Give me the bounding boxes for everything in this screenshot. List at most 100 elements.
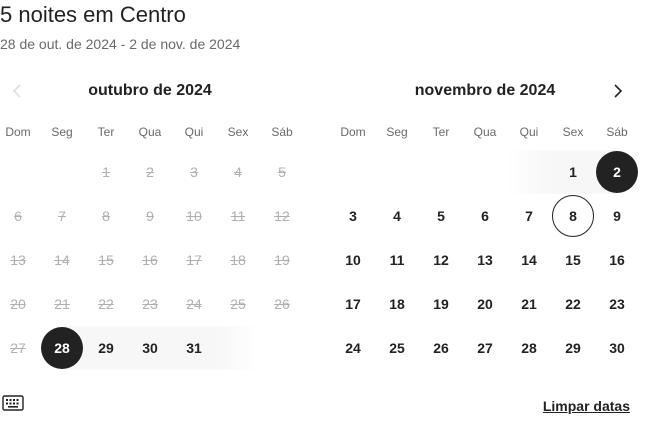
day-number: 21 xyxy=(54,296,70,312)
day-cell-2[interactable]: 2 xyxy=(595,150,639,194)
day-cell-14[interactable]: 14 xyxy=(507,238,551,282)
weekday-label: Sáb xyxy=(606,125,628,139)
day-number: 5 xyxy=(278,164,286,180)
day-number: 25 xyxy=(389,340,405,356)
day-cell-18: 18 xyxy=(216,238,260,282)
day-cell-18[interactable]: 18 xyxy=(375,282,419,326)
day-cell-16[interactable]: 16 xyxy=(595,238,639,282)
day-cell-28[interactable]: 28 xyxy=(40,326,84,370)
clear-dates-button[interactable]: Limpar datas xyxy=(543,398,630,414)
month-label: novembro de 2024 xyxy=(414,82,556,99)
day-number: 6 xyxy=(481,208,489,224)
day-cell-31[interactable]: 31 xyxy=(172,326,216,370)
day-number: 14 xyxy=(521,252,537,268)
day-number: 20 xyxy=(10,296,26,312)
day-number: 25 xyxy=(230,296,246,312)
weekday-label: Dom xyxy=(5,125,31,139)
day-cell-7[interactable]: 7 xyxy=(507,194,551,238)
day-cell-21: 21 xyxy=(40,282,84,326)
day-cell-11: 11 xyxy=(216,194,260,238)
day-cell-1[interactable]: 1 xyxy=(551,150,595,194)
day-cell-9[interactable]: 9 xyxy=(595,194,639,238)
weekday-row: Dom Seg Ter Qua Qui Sex Sáb xyxy=(331,123,639,141)
day-number: 27 xyxy=(477,340,493,356)
day-cell-8[interactable]: 8 xyxy=(551,194,595,238)
day-cell-24[interactable]: 24 xyxy=(331,326,375,370)
day-number: 16 xyxy=(609,252,625,268)
day-number: 22 xyxy=(98,296,114,312)
day-cell-3[interactable]: 3 xyxy=(331,194,375,238)
day-number: 19 xyxy=(433,296,449,312)
weekday-label: Qua xyxy=(138,125,162,139)
day-cell-10[interactable]: 10 xyxy=(331,238,375,282)
day-number: 17 xyxy=(186,252,202,268)
chevron-right-icon xyxy=(614,84,623,98)
day-cell-25: 25 xyxy=(216,282,260,326)
month-header: novembro de 2024 xyxy=(331,78,639,104)
day-cell-15: 15 xyxy=(84,238,128,282)
day-cell-15[interactable]: 15 xyxy=(551,238,595,282)
day-cell-22: 22 xyxy=(84,282,128,326)
day-cell-6[interactable]: 6 xyxy=(463,194,507,238)
day-number: 19 xyxy=(274,252,290,268)
day-cell-29[interactable]: 29 xyxy=(84,326,128,370)
day-cell-27: 27 xyxy=(0,326,40,370)
day-cell-27[interactable]: 27 xyxy=(463,326,507,370)
day-number: 12 xyxy=(274,208,290,224)
day-cell-26: 26 xyxy=(260,282,304,326)
day-number: 27 xyxy=(10,340,26,356)
day-cell-26[interactable]: 26 xyxy=(419,326,463,370)
day-cell-13[interactable]: 13 xyxy=(463,238,507,282)
day-number: 8 xyxy=(102,208,110,224)
previous-month-button[interactable] xyxy=(4,78,30,104)
weekday-label: Seg xyxy=(386,125,408,139)
weekday-label: Qui xyxy=(519,125,539,139)
day-cell-11[interactable]: 11 xyxy=(375,238,419,282)
empty-cell xyxy=(375,150,419,194)
day-cell-28[interactable]: 28 xyxy=(507,326,551,370)
next-month-button[interactable] xyxy=(605,78,631,104)
chevron-left-icon xyxy=(12,84,21,98)
day-number: 6 xyxy=(14,208,22,224)
day-cell-25[interactable]: 25 xyxy=(375,326,419,370)
day-cell-5[interactable]: 5 xyxy=(419,194,463,238)
day-cell-7: 7 xyxy=(40,194,84,238)
day-cell-20: 20 xyxy=(0,282,40,326)
weekday-row: Dom Seg Ter Qua Qui Sex Sáb xyxy=(0,123,304,141)
day-cell-6: 6 xyxy=(0,194,40,238)
day-cell-23[interactable]: 23 xyxy=(595,282,639,326)
keyboard-shortcuts-button[interactable] xyxy=(2,395,24,411)
day-cell-12[interactable]: 12 xyxy=(419,238,463,282)
empty-cell xyxy=(0,150,40,194)
day-number: 13 xyxy=(477,252,493,268)
weekday-label: Seg xyxy=(51,125,73,139)
day-cell-2: 2 xyxy=(128,150,172,194)
day-number: 3 xyxy=(190,164,198,180)
day-number: 2 xyxy=(596,151,638,193)
keyboard-icon xyxy=(2,395,24,411)
day-number: 24 xyxy=(345,340,361,356)
day-number: 23 xyxy=(142,296,158,312)
day-cell-4[interactable]: 4 xyxy=(375,194,419,238)
day-cell-17: 17 xyxy=(172,238,216,282)
day-number: 1 xyxy=(102,164,110,180)
day-cell-30[interactable]: 30 xyxy=(595,326,639,370)
empty-cell xyxy=(463,150,507,194)
day-cell-30[interactable]: 30 xyxy=(128,326,172,370)
day-number: 18 xyxy=(389,296,405,312)
day-cell-22[interactable]: 22 xyxy=(551,282,595,326)
empty-cell xyxy=(40,150,84,194)
empty-cell xyxy=(419,150,463,194)
calendar-month-october: outubro de 2024 Dom Seg Ter Qua Qui Sex Sáb 12… xyxy=(0,78,304,370)
day-number: 29 xyxy=(98,340,114,356)
day-cell-20[interactable]: 20 xyxy=(463,282,507,326)
day-cell-21[interactable]: 21 xyxy=(507,282,551,326)
day-number: 14 xyxy=(54,252,70,268)
day-cell-17[interactable]: 17 xyxy=(331,282,375,326)
day-number: 1 xyxy=(569,164,577,180)
day-grid: 1 2 3 4 5 6 7 8 9 10 11 12 13 14 15 16 17 18 19 20 21 22 23 24 2… xyxy=(331,150,639,370)
day-cell-29[interactable]: 29 xyxy=(551,326,595,370)
day-cell-19[interactable]: 19 xyxy=(419,282,463,326)
month-label: outubro de 2024 xyxy=(88,82,212,99)
month-header: outubro de 2024 xyxy=(0,78,304,104)
